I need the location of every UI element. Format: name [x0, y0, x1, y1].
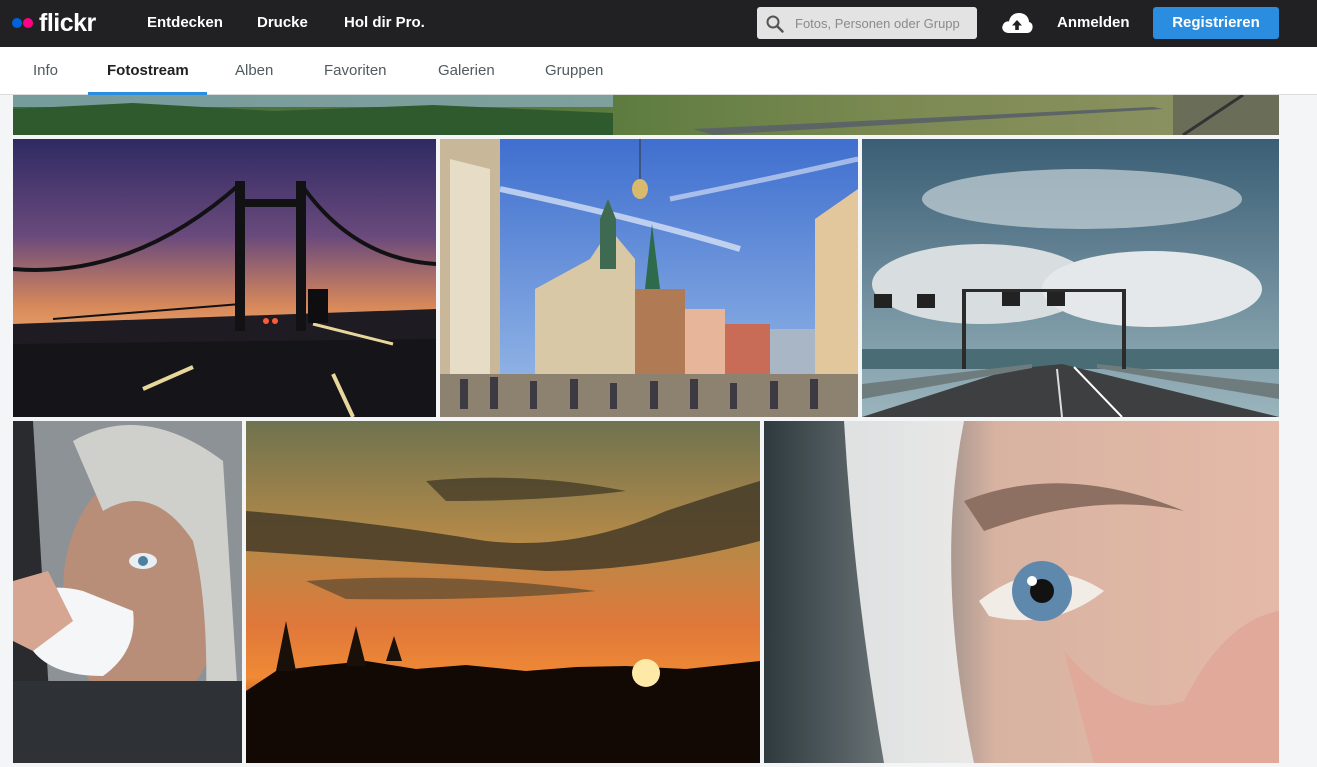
nav-prints-link[interactable]: Drucke	[257, 14, 308, 32]
search-icon	[766, 15, 784, 33]
nav-explore-link[interactable]: Entdecken	[147, 14, 223, 32]
photo-highway-clouds[interactable]	[862, 139, 1279, 417]
photo-sunset-forest[interactable]	[246, 421, 760, 763]
page-scrollbar-track[interactable]	[1296, 95, 1317, 767]
logo-pink-dot	[23, 18, 33, 28]
flickr-logo[interactable]: flickr	[12, 9, 96, 37]
tab-galleries[interactable]: Galerien	[438, 62, 495, 80]
logo-wordmark: flickr	[39, 9, 96, 37]
logo-blue-dot	[12, 18, 22, 28]
register-button[interactable]: Registrieren	[1153, 7, 1279, 39]
photo-bridge-sunset[interactable]	[13, 139, 436, 417]
tab-groups[interactable]: Gruppen	[545, 62, 603, 80]
photo-city-square[interactable]	[440, 139, 858, 417]
nav-pro-link[interactable]: Hol dir Pro.	[344, 14, 425, 32]
tab-albums[interactable]: Alben	[235, 62, 273, 80]
tab-favorites[interactable]: Favoriten	[324, 62, 387, 80]
upload-icon[interactable]	[1000, 9, 1034, 37]
photo-eye-closeup[interactable]	[764, 421, 1279, 763]
search-box[interactable]	[757, 7, 977, 39]
signin-link[interactable]: Anmelden	[1057, 14, 1130, 32]
photo-man-drinking-cup[interactable]	[13, 421, 242, 763]
tab-photostream[interactable]: Fotostream	[107, 62, 189, 80]
photo-landscape-strip[interactable]	[13, 95, 1279, 135]
tab-info[interactable]: Info	[33, 62, 58, 80]
search-input[interactable]	[795, 13, 971, 33]
top-navigation-bar: flickr Entdecken Drucke Hol dir Pro. Anm…	[0, 0, 1317, 47]
profile-subnav: Info Fotostream Alben Favoriten Galerien…	[0, 47, 1317, 95]
